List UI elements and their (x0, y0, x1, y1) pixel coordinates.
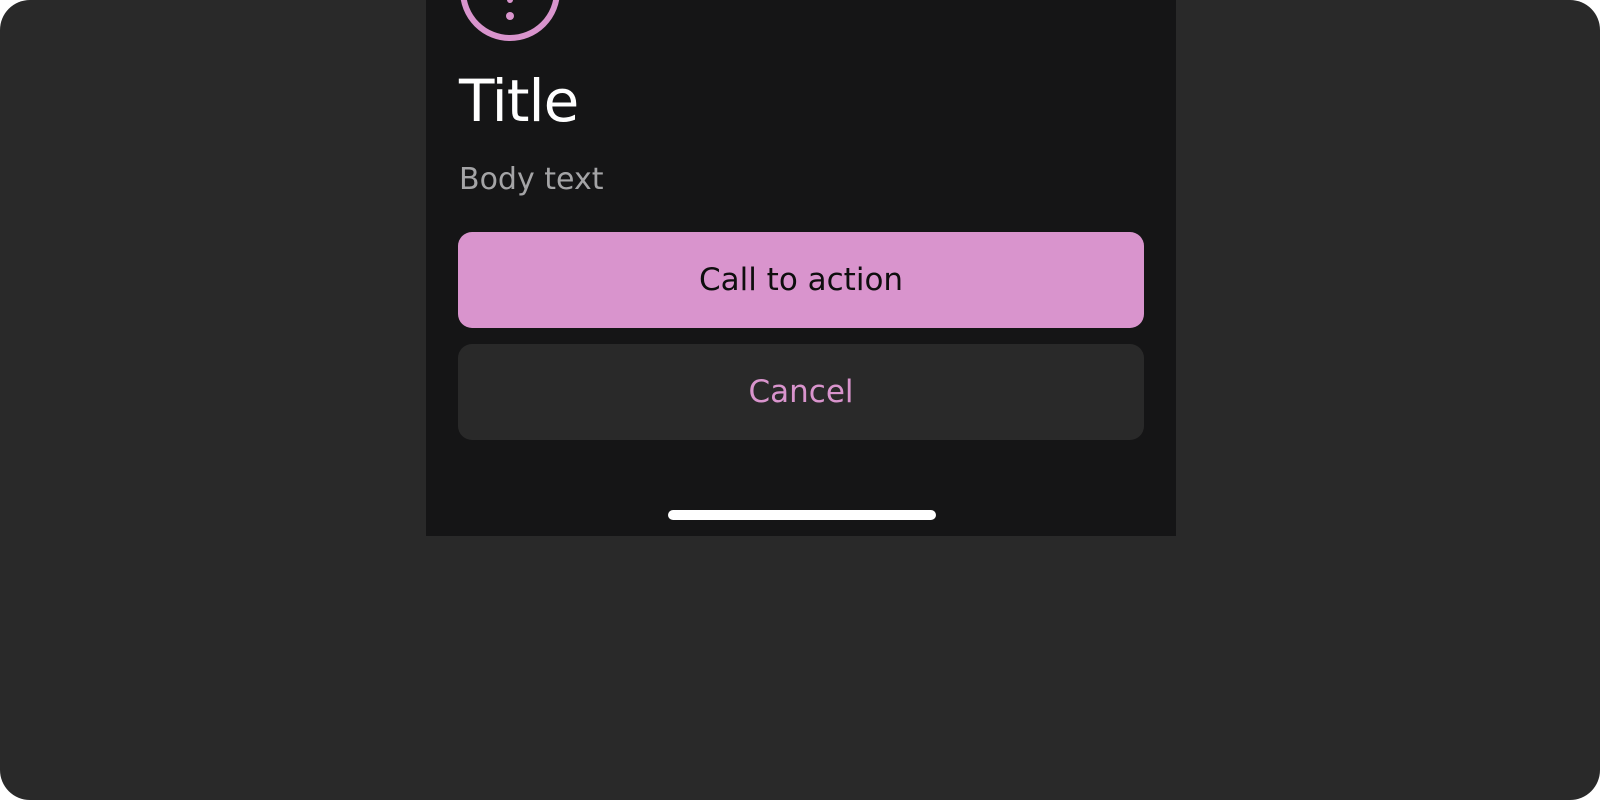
cancel-button[interactable]: Cancel (458, 344, 1144, 440)
call-to-action-button[interactable]: Call to action (458, 232, 1144, 328)
alert-circle-icon (460, 0, 560, 41)
screen-frame: Title Body text Call to action Cancel (0, 0, 1600, 800)
dialog-body-text: Body text (459, 162, 604, 197)
bottom-sheet: Title Body text Call to action Cancel (426, 0, 1176, 536)
dialog-title: Title (459, 67, 579, 135)
home-indicator[interactable] (668, 510, 936, 520)
